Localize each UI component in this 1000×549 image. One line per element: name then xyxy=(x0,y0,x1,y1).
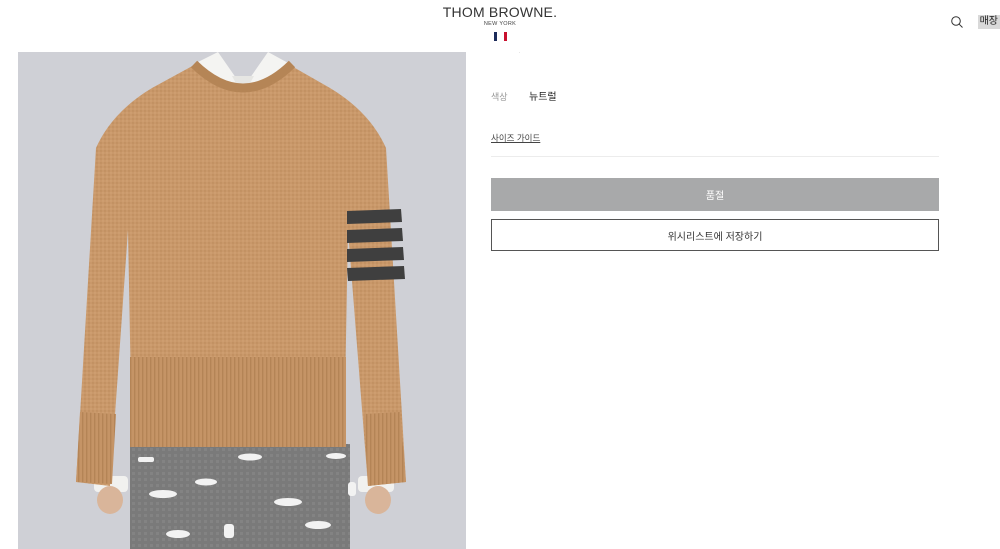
site-header: THOM BROWNE. NEW YORK 매장 xyxy=(0,0,1000,52)
color-label: 색상 xyxy=(491,92,508,102)
save-to-wishlist-button[interactable]: 위시리스트에 저장하기 xyxy=(491,219,939,251)
color-value: 뉴트럴 xyxy=(529,92,557,103)
flag-stripe-white xyxy=(498,32,502,41)
brand-logo[interactable]: THOM BROWNE. NEW YORK xyxy=(0,4,1000,46)
search-icon[interactable] xyxy=(950,15,964,29)
store-link[interactable]: 매장 xyxy=(977,15,1000,29)
sold-out-button[interactable]: 품절 xyxy=(491,178,939,211)
divider xyxy=(491,156,939,157)
brand-name: THOM BROWNE. xyxy=(442,4,558,20)
product-image[interactable] xyxy=(18,52,466,549)
flag-stripe-red xyxy=(503,32,507,41)
header-actions: 매장 xyxy=(950,15,1000,29)
size-guide-link[interactable]: 사이즈 가이드 xyxy=(491,132,540,144)
flag-stripe-navy xyxy=(493,32,497,41)
tricolor-flag-icon xyxy=(493,32,507,41)
sweater-illustration xyxy=(18,52,466,549)
brand-subtitle: NEW YORK xyxy=(483,21,517,27)
color-row: 색상 뉴트럴 xyxy=(491,88,557,103)
